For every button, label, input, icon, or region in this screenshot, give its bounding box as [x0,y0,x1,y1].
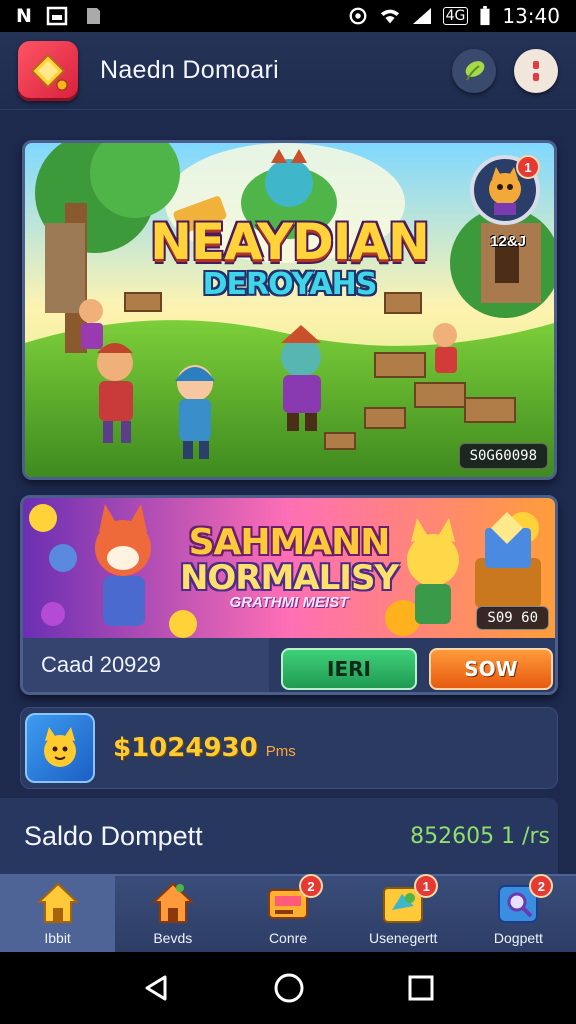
alarm-icon [349,7,367,25]
primary-action-button[interactable]: IERI [281,648,417,690]
nav-item-label: Usenegertt [368,930,438,946]
cat-face-icon [44,727,76,767]
show-button[interactable]: SOW [429,648,553,690]
gift-icon-wrapper: 1 [380,874,439,926]
house-icon [151,882,195,923]
hero-game-banner[interactable]: NEAYDIAN DEROYAHS 1 12&J S0G60098 [22,140,557,480]
home-circle-icon[interactable] [273,972,305,1004]
sd-card-icon [86,8,100,24]
avatar-notification-badge: 1 [516,155,540,179]
menu-icon [533,60,539,81]
app-header: Naedn Domoari [0,32,576,110]
leaf-icon [465,60,485,80]
player-avatar[interactable]: 1 [470,155,540,225]
hero-subtitle: DEROYAHS [202,267,378,302]
notification-n-icon: N [16,5,32,27]
promo-banner[interactable]: SAHMANN NORMALISY GRATHMI MEIST S09 60 [23,498,555,638]
card-icon-wrapper: 2 [265,874,323,926]
leaf-button[interactable] [452,48,496,93]
balance-unit: Pms [265,742,296,760]
bottom-navigation: Ibbit Bevds 2 Conre 1 Usenegertt 2 Dogpe… [0,874,576,952]
nav-item-card[interactable]: 2 Conre [230,874,345,952]
promo-subtitle: NORMALISY [179,558,399,598]
search-icon-wrapper: 2 [495,874,554,926]
clock: 13:40 [502,4,560,28]
balance-amount: $1024930 [113,733,258,763]
promo-code-tag: S09 60 [476,606,549,630]
nav-badge: 2 [529,874,554,898]
battery-icon [480,6,490,26]
home-icon [36,882,80,923]
signal-icon [412,8,431,24]
wallet-balance-row[interactable]: Saldo Dompett 852605 1 /rs [0,798,558,874]
balance-card[interactable]: $1024930 Pms [20,707,558,789]
nav-item-label: Dogpett [493,930,543,946]
promo-card-label: Caad 20929 [23,638,269,692]
nav-badge: 2 [299,874,323,898]
promo-tagline: GRATHMI MEIST [229,594,349,611]
nav-item-search[interactable]: 2 Dogpett [461,874,576,952]
wifi-icon [380,9,399,24]
nav-item-label: Bevds [153,930,193,946]
promo-title: SAHMANN [188,522,391,563]
menu-button[interactable] [514,48,558,93]
promo-card: SAHMANN NORMALISY GRATHMI MEIST S09 60 C… [20,495,558,695]
promo-footer: Caad 20929 IERI SOW [23,638,555,692]
nav-item-house[interactable]: Bevds [115,876,230,952]
wallet-value: 852605 1 /rs [410,823,550,849]
app-title: Naedn Domoari [100,56,279,84]
nav-badge: 1 [414,874,439,898]
nav-item-label: Conre [268,930,308,946]
network-type-label: 4G [442,7,469,25]
hero-code-tag: S0G60098 [458,443,548,469]
nav-item-home[interactable]: Ibbit [0,876,116,952]
system-navigation-bar [0,952,576,1024]
hero-level-label: 12&J [490,233,526,250]
pet-coin-icon [25,713,95,783]
hero-title: NEAYDIAN [150,213,430,271]
nav-item-gift[interactable]: 1 Usenegertt [346,874,461,952]
image-icon [46,6,68,26]
wallet-label: Saldo Dompett [24,820,203,851]
diamond-icon [30,53,68,90]
status-bar: N 4G 13:40 [0,0,576,32]
nav-item-label: Ibbit [44,930,71,946]
recents-icon[interactable] [407,974,435,1002]
back-icon[interactable] [141,973,171,1003]
diamond-logo-icon[interactable] [18,40,78,101]
